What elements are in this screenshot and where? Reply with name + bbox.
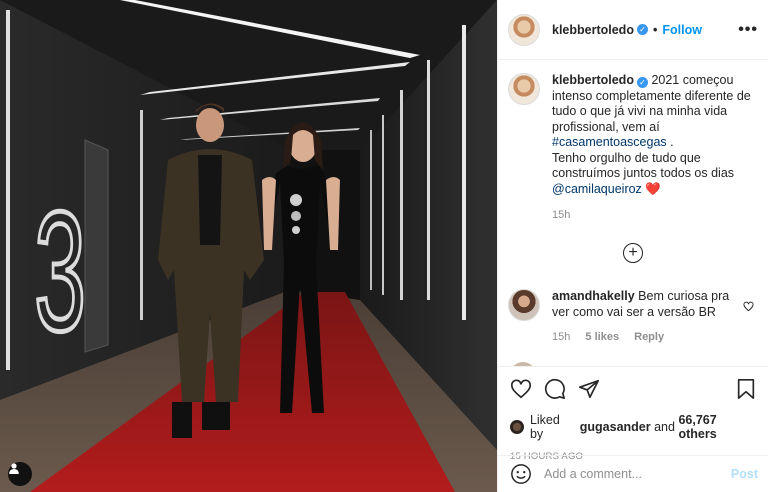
post-sidebar: klebbertoledo ✓ • Follow ••• klebbertole… bbox=[497, 0, 768, 492]
comment-body: amandhakelly Bem curiosa pra ver como va… bbox=[552, 289, 732, 346]
comment-reply-button[interactable]: Reply bbox=[634, 331, 664, 343]
post-photo[interactable]: 3 bbox=[0, 0, 497, 492]
follow-button[interactable]: Follow bbox=[662, 23, 702, 37]
caption-text: klebbertoledo ✓ 2021 começou intenso comp… bbox=[552, 73, 752, 197]
liked-by-count[interactable]: 66,767 others bbox=[678, 413, 758, 441]
comment-time[interactable]: 15h bbox=[552, 331, 570, 343]
post-comment-button[interactable]: Post bbox=[731, 467, 758, 481]
action-icons bbox=[510, 377, 758, 401]
comment-item: amandhakelly Bem curiosa pra ver como va… bbox=[508, 289, 758, 346]
corridor-scene: 3 bbox=[0, 0, 497, 492]
author-username[interactable]: klebbertoledo bbox=[552, 23, 634, 37]
post-actions: Liked by gugasander and 66,767 others 15… bbox=[498, 366, 768, 462]
verified-badge-icon: ✓ bbox=[636, 24, 648, 35]
caption-mention[interactable]: @camilaqueiroz bbox=[552, 182, 642, 196]
caption-author-avatar[interactable] bbox=[508, 73, 540, 105]
comment-meta: 15h 5 likes Reply bbox=[552, 330, 732, 346]
author-avatar[interactable] bbox=[508, 13, 540, 46]
caption: klebbertoledo ✓ 2021 começou intenso comp… bbox=[508, 73, 758, 197]
like-heart-icon[interactable] bbox=[510, 378, 532, 400]
liked-by-line: Liked by gugasander and 66,767 others bbox=[510, 413, 758, 441]
svg-text:3: 3 bbox=[34, 178, 86, 368]
liked-by-prefix: Liked by bbox=[529, 413, 560, 441]
caption-period: . bbox=[670, 135, 674, 149]
plus-circle-icon[interactable]: + bbox=[623, 243, 643, 263]
commenter-username[interactable]: amandhakelly bbox=[552, 289, 635, 303]
person-icon bbox=[9, 463, 19, 474]
load-more-comments[interactable]: + bbox=[508, 243, 758, 263]
caption-hashtag[interactable]: #casamentoascegas bbox=[552, 135, 667, 149]
caption-username[interactable]: klebbertoledo bbox=[552, 73, 634, 87]
add-comment-bar: Post bbox=[498, 455, 768, 492]
liker-avatar[interactable] bbox=[510, 420, 524, 434]
liked-by-and: and bbox=[654, 420, 675, 434]
liked-by-user[interactable]: gugasander bbox=[580, 420, 651, 434]
caption-line2: Tenho orgulho de tudo que construímos ju… bbox=[552, 150, 735, 181]
user-tag-button[interactable] bbox=[8, 462, 32, 486]
emoji-icon[interactable] bbox=[510, 463, 532, 485]
comment-bubble-icon[interactable] bbox=[544, 378, 566, 400]
share-send-icon[interactable] bbox=[578, 378, 600, 400]
add-comment-input[interactable] bbox=[544, 467, 731, 481]
commenter-avatar[interactable] bbox=[508, 289, 540, 321]
verified-badge-icon: ✓ bbox=[636, 77, 648, 88]
caption-time[interactable]: 15h bbox=[552, 209, 758, 221]
comments-section[interactable]: klebbertoledo ✓ 2021 começou intenso comp… bbox=[498, 61, 768, 366]
save-bookmark-icon[interactable] bbox=[736, 378, 756, 400]
heart-emoji: ❤️ bbox=[645, 181, 661, 196]
post-header: klebbertoledo ✓ • Follow ••• bbox=[498, 0, 768, 60]
comment-likes[interactable]: 5 likes bbox=[585, 331, 619, 343]
separator-dot: • bbox=[652, 22, 658, 37]
comment-like-heart-icon[interactable] bbox=[743, 301, 754, 312]
more-options-icon[interactable]: ••• bbox=[738, 21, 758, 39]
